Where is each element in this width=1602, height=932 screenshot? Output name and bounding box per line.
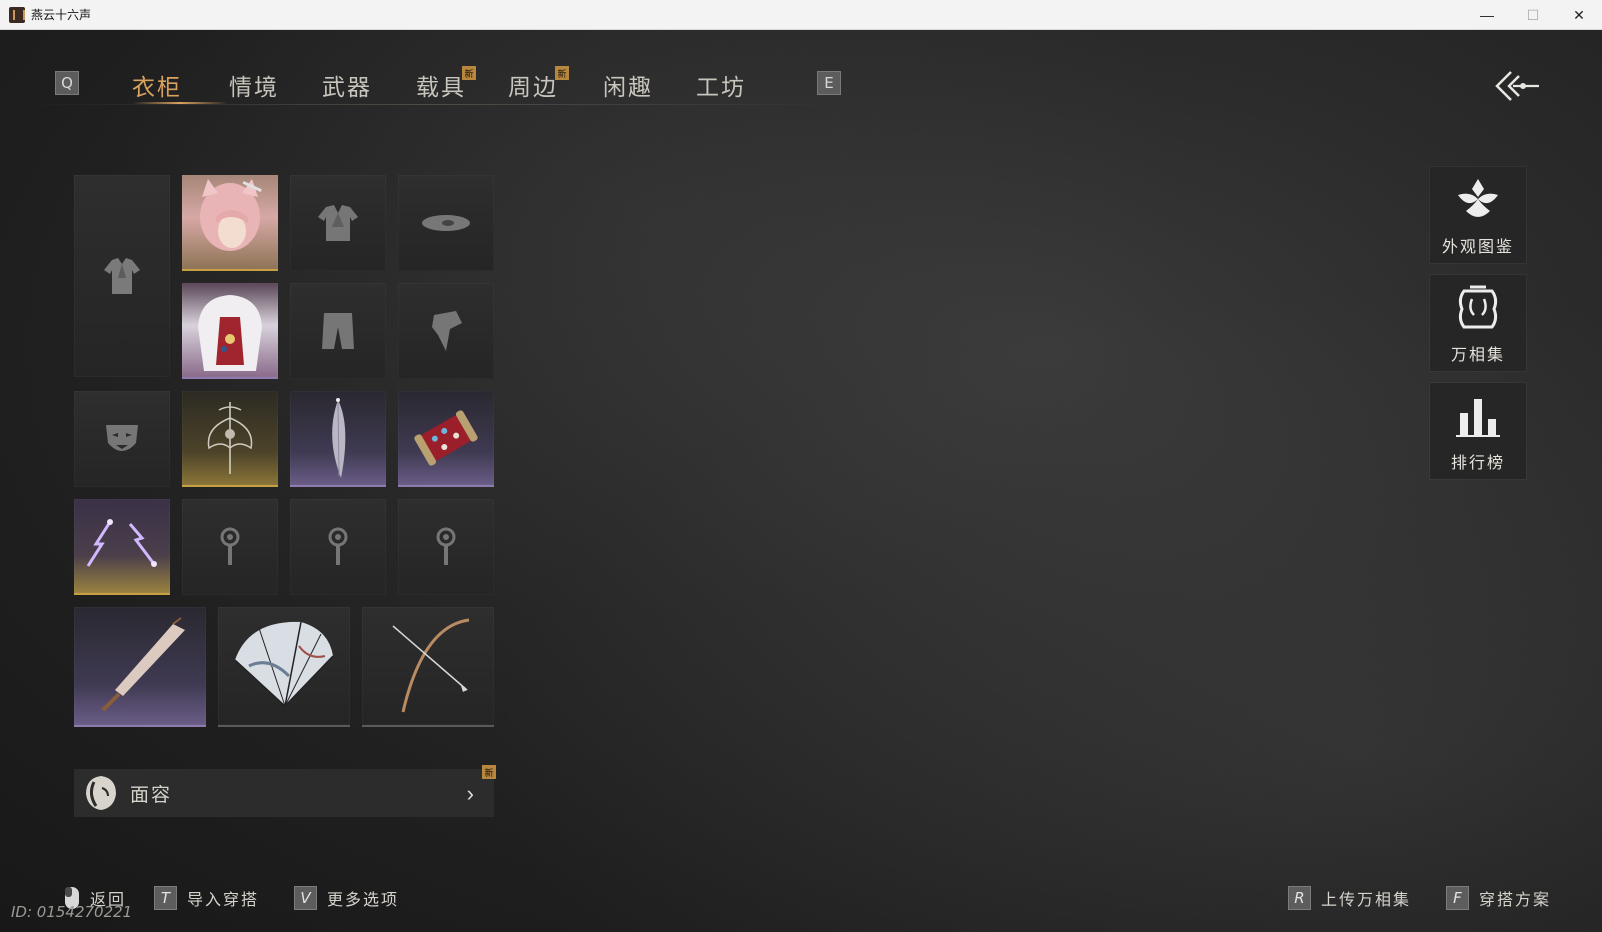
tab-vehicles[interactable]: 载具 — [416, 68, 466, 102]
import-outfit-label: 导入穿搭 — [187, 890, 260, 909]
collection-button[interactable]: 万相集 — [1430, 275, 1526, 371]
folding-fan-icon — [234, 621, 334, 707]
vehicles-new-badge: 新 — [462, 66, 476, 80]
outfit-plan-key: F — [1446, 886, 1469, 910]
prev-tab-key[interactable]: Q — [55, 71, 79, 95]
jacket-icon — [318, 205, 358, 241]
appearance-catalog-button[interactable]: 外观图鉴 — [1430, 167, 1526, 263]
pants-icon — [322, 313, 354, 349]
tab-leisure[interactable]: 闲趣 — [603, 68, 653, 102]
feather-ornament-slot[interactable] — [290, 391, 386, 487]
hat-slot[interactable] — [398, 175, 494, 271]
face-icon — [86, 776, 116, 810]
face-new-badge: 新 — [482, 765, 496, 779]
leaderboard-label: 排行榜 — [1450, 453, 1505, 472]
tab-weapons[interactable]: 武器 — [322, 68, 372, 102]
umbrella-icon — [101, 617, 185, 712]
outfit-plan-hint[interactable]: F 穿搭方案 — [1446, 886, 1551, 910]
face-label: 面容 — [130, 783, 173, 806]
pendant-placeholder-icon — [328, 527, 348, 565]
outfit-plan-label: 穿搭方案 — [1479, 890, 1552, 909]
chevron-right-icon: › — [466, 781, 474, 806]
bracer-slot[interactable] — [398, 391, 494, 487]
close-button[interactable]: ✕ — [1556, 0, 1602, 30]
peripherals-new-badge: 新 — [555, 66, 569, 80]
app-icon — [9, 6, 25, 23]
category-tabbar: Q 衣柜 情境 武器 载具 新 周边 新 闲趣 工坊 E — [55, 66, 845, 106]
tabbar-divider — [18, 104, 843, 105]
outfit-set-slot[interactable] — [74, 175, 170, 377]
bar-ranking-icon — [1456, 399, 1500, 437]
mirror-frame-icon — [1458, 285, 1498, 329]
flower-emblem-icon — [1458, 179, 1498, 217]
bow-icon — [392, 618, 470, 713]
leaderboard-button[interactable]: 排行榜 — [1430, 383, 1526, 479]
top-garment-slot[interactable] — [290, 175, 386, 271]
robe-icon — [104, 258, 140, 294]
more-options-label: 更多选项 — [327, 890, 400, 909]
more-options-key: V — [294, 886, 317, 910]
ornament-icon — [207, 402, 253, 474]
pendant-placeholder-icon — [436, 527, 456, 565]
empty-pendant-slot-1[interactable] — [182, 499, 278, 595]
back-ornament-slot[interactable] — [182, 391, 278, 487]
bow-weapon-slot[interactable] — [362, 607, 494, 727]
more-options-hint[interactable]: V 更多选项 — [294, 886, 399, 910]
tab-scene[interactable]: 情境 — [229, 68, 279, 102]
empty-pendant-slot-2[interactable] — [290, 499, 386, 595]
player-id: ID: 0154270221 — [11, 903, 133, 921]
upload-collection-label: 上传万相集 — [1321, 890, 1412, 909]
minimize-button[interactable]: — — [1464, 0, 1510, 30]
hairstyle-slot[interactable] — [182, 175, 278, 271]
effect-slot[interactable] — [74, 499, 170, 595]
pants-slot[interactable] — [290, 283, 386, 379]
hat-icon — [422, 215, 470, 231]
outfit-body-slot[interactable] — [182, 283, 278, 379]
face-appearance-bar[interactable]: 面容 › 新 — [74, 765, 496, 817]
next-tab-key[interactable]: E — [817, 71, 841, 95]
back-arrow-icon[interactable] — [1493, 68, 1541, 104]
maximize-button[interactable]: ☐ — [1510, 0, 1556, 30]
feather-icon — [332, 398, 346, 478]
empty-pendant-slot-3[interactable] — [398, 499, 494, 595]
bracer-icon — [414, 410, 478, 466]
tab-workshop[interactable]: 工坊 — [696, 68, 746, 102]
window-title: 燕云十六声 — [31, 8, 92, 22]
game-viewport: Q 衣柜 情境 武器 载具 新 周边 新 闲趣 工坊 E 面容 › 新 外观图鉴… — [0, 30, 1602, 932]
mask-slot[interactable] — [74, 391, 170, 487]
fan-weapon-slot[interactable] — [218, 607, 350, 727]
appearance-catalog-label: 外观图鉴 — [1441, 237, 1514, 256]
pendant-placeholder-icon — [220, 527, 240, 565]
import-outfit-key: T — [154, 886, 177, 910]
umbrella-weapon-slot[interactable] — [74, 607, 206, 727]
mask-icon — [106, 425, 138, 451]
tab-wardrobe[interactable]: 衣柜 — [132, 68, 182, 102]
character-head-icon — [200, 179, 262, 251]
accessory-slot[interactable] — [398, 283, 494, 379]
scarf-icon — [432, 311, 462, 351]
import-outfit-hint[interactable]: T 导入穿搭 — [154, 886, 259, 910]
window-titlebar: 燕云十六声 — ☐ ✕ — [0, 0, 1602, 30]
tab-peripherals[interactable]: 周边 — [508, 68, 558, 102]
collection-label: 万相集 — [1450, 345, 1505, 364]
character-outfit-icon — [198, 295, 262, 371]
upload-collection-key: R — [1288, 886, 1311, 910]
lightning-effect-icon — [86, 519, 157, 567]
upload-collection-hint[interactable]: R 上传万相集 — [1288, 886, 1411, 910]
